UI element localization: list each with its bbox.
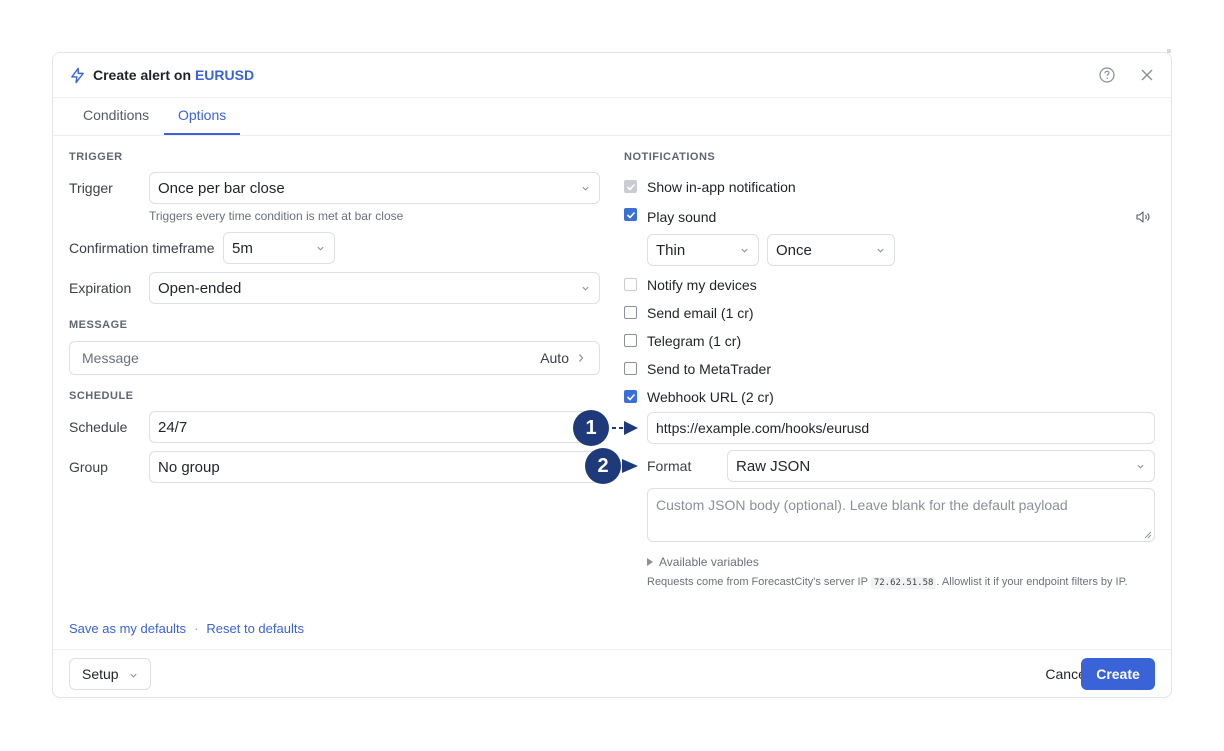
active-tab-indicator [164, 133, 240, 135]
send-email-checkbox[interactable] [624, 306, 637, 319]
title-symbol: EURUSD [194, 67, 255, 83]
metatrader-checkbox[interactable] [624, 362, 637, 375]
play-sound-label: Play sound [647, 209, 717, 225]
webhook-ip-note: Requests come from ForecastCity's server… [647, 575, 1157, 591]
note-text-after: . Allowlist it if your endpoint filters … [936, 576, 1128, 588]
send-email-label: Send email (1 cr) [647, 305, 754, 321]
chevron-down-icon [877, 248, 884, 253]
close-icon[interactable] [1140, 68, 1154, 82]
custom-json-textarea[interactable]: Custom JSON body (optional). Leave blank… [647, 488, 1155, 542]
tab-conditions[interactable]: Conditions [83, 107, 149, 123]
in-app-notification-label: Show in-app notification [647, 179, 796, 195]
resize-handle-icon[interactable] [1144, 531, 1152, 539]
group-value: No group [158, 459, 220, 476]
speaker-icon[interactable] [1135, 210, 1151, 224]
note-text-before: Requests come from ForecastCity's server… [647, 576, 868, 588]
sound-repeat-select[interactable]: Once [767, 234, 895, 266]
arrow-right-icon [612, 421, 638, 435]
sound-repeat-value: Once [776, 242, 812, 259]
custom-json-placeholder: Custom JSON body (optional). Leave blank… [656, 497, 1068, 513]
group-select[interactable]: No group [149, 451, 600, 483]
notify-devices-label: Notify my devices [647, 277, 757, 293]
reset-defaults-link[interactable]: Reset to defaults [206, 621, 304, 636]
message-section-title: MESSAGE [69, 319, 128, 331]
confirmation-timeframe-value: 5m [232, 240, 253, 257]
schedule-select[interactable]: 24/7 [149, 411, 600, 443]
chevron-down-icon [582, 286, 589, 291]
schedule-label: Schedule [69, 419, 128, 435]
notify-devices-checkbox[interactable] [624, 278, 637, 291]
save-defaults-link[interactable]: Save as my defaults [69, 621, 186, 636]
schedule-value: 24/7 [158, 419, 188, 436]
sound-select[interactable]: Thin [647, 234, 759, 266]
setup-button[interactable]: Setup [69, 658, 151, 690]
link-separator: · [194, 621, 199, 636]
expiration-select[interactable]: Open-ended [149, 272, 600, 304]
format-select[interactable]: Raw JSON [727, 450, 1155, 482]
available-variables-label: Available variables [659, 555, 759, 569]
metatrader-label: Send to MetaTrader [647, 361, 771, 377]
dialog-footer: Setup Cancel Create [53, 649, 1171, 699]
setup-label: Setup [82, 666, 119, 682]
message-field[interactable]: Message Auto [69, 341, 600, 375]
chevron-down-icon [130, 673, 137, 678]
tab-bar: Conditions Options [53, 98, 1171, 136]
check-icon [626, 211, 636, 219]
marker-1: 1 [573, 410, 609, 446]
check-icon [626, 393, 636, 401]
confirmation-timeframe-label: Confirmation timeframe [69, 240, 215, 256]
chevron-down-icon [741, 248, 748, 253]
in-app-notification-checkbox[interactable] [624, 180, 637, 193]
create-button[interactable]: Create [1081, 658, 1155, 690]
message-placeholder: Message [82, 350, 139, 366]
trigger-select[interactable]: Once per bar close [149, 172, 600, 204]
create-alert-dialog: Create alert on EURUSD Conditions Option… [52, 52, 1172, 698]
webhook-checkbox[interactable] [624, 390, 637, 403]
chevron-right-icon [579, 354, 584, 362]
telegram-label: Telegram (1 cr) [647, 333, 742, 349]
trigger-label: Trigger [69, 180, 113, 196]
webhook-url-input[interactable]: https://example.com/hooks/eurusd [647, 412, 1155, 444]
server-ip: 72.62.51.58 [870, 577, 937, 589]
trigger-hint: Triggers every time condition is met at … [149, 209, 404, 223]
expiration-label: Expiration [69, 280, 132, 296]
title-prefix: Create alert on [93, 67, 192, 83]
sound-value: Thin [656, 242, 686, 259]
trigger-value: Once per bar close [158, 180, 285, 197]
defaults-links: Save as my defaults · Reset to defaults [69, 621, 304, 636]
message-auto-label: Auto [540, 350, 569, 366]
available-variables-toggle[interactable]: Available variables [647, 555, 759, 569]
disclosure-triangle-icon [647, 558, 653, 566]
notifications-section-title: NOTIFICATIONS [624, 151, 716, 163]
arrow-right-icon [622, 459, 638, 473]
expiration-value: Open-ended [158, 280, 242, 297]
play-sound-checkbox[interactable] [624, 208, 637, 221]
webhook-label: Webhook URL (2 cr) [647, 389, 774, 405]
dialog-header: Create alert on EURUSD [53, 53, 1171, 98]
format-value: Raw JSON [736, 458, 811, 475]
help-icon[interactable] [1099, 67, 1115, 83]
tab-options[interactable]: Options [178, 107, 226, 123]
trigger-section-title: TRIGGER [69, 151, 123, 163]
chevron-down-icon [582, 186, 589, 191]
chevron-down-icon [1137, 464, 1144, 469]
schedule-section-title: SCHEDULE [69, 390, 134, 402]
chevron-down-icon [317, 246, 324, 251]
format-label: Format [647, 458, 692, 474]
confirmation-timeframe-select[interactable]: 5m [223, 232, 335, 264]
group-label: Group [69, 459, 108, 475]
dialog-title: Create alert on EURUSD [93, 67, 254, 83]
marker-2: 2 [585, 448, 621, 484]
check-icon [626, 183, 636, 191]
bolt-icon [71, 67, 84, 84]
telegram-checkbox[interactable] [624, 334, 637, 347]
